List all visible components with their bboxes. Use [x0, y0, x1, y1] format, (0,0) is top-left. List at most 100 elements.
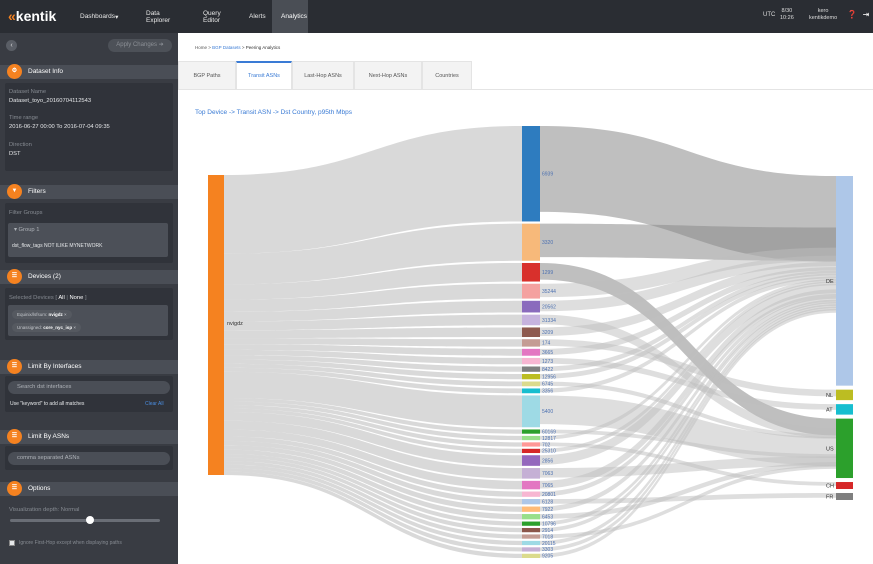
- user-menu[interactable]: kero kentikdemo: [809, 8, 837, 22]
- asn-node-label: 9205: [542, 554, 553, 560]
- visualization-depth-label: Visualization depth: Normal: [9, 507, 80, 513]
- asn-node: [522, 348, 540, 356]
- asn-node-label: 31334: [542, 318, 556, 324]
- asn-node: [522, 327, 540, 338]
- nav-dashboards[interactable]: Dashboards ▾: [71, 0, 137, 33]
- asn-node-label: 20115: [542, 541, 556, 547]
- asn-node: [522, 283, 540, 299]
- user-org: kentikdemo: [809, 15, 838, 21]
- nav-label: Dashboards: [80, 13, 116, 20]
- asn-node: [522, 262, 540, 282]
- apply-changes-button[interactable]: Apply Changes ➜: [108, 39, 172, 52]
- asn-node: [522, 381, 540, 387]
- asn-node-label: 35244: [542, 289, 556, 295]
- options-header[interactable]: ☰ Options: [0, 481, 178, 496]
- asn-node: [522, 499, 540, 505]
- asn-node-label: 3356: [542, 389, 553, 395]
- asn-node-label: 3320: [542, 240, 553, 246]
- asn-node: [522, 455, 540, 466]
- country-node-label: NL: [826, 393, 833, 399]
- nav-analytics[interactable]: Analytics: [272, 0, 308, 33]
- sidebar: ‹ Apply Changes ➜ ⚙ Dataset Info Dataset…: [0, 33, 178, 564]
- interfaces-hint: Use "keyword" to add all matches: [10, 401, 85, 407]
- clock-date: 8/30: [781, 8, 793, 14]
- asn-node-label: 6453: [542, 514, 553, 520]
- asn-node-label: 10796: [542, 521, 556, 527]
- ignore-first-hop-label: Ignore First-Hop except when displaying …: [19, 540, 122, 546]
- chip-prefix: Equinix/lsfsum:: [17, 312, 48, 317]
- asn-node-label: 174: [542, 341, 551, 347]
- device-chip[interactable]: Equinix/lsfsum: nvigdz ×: [12, 310, 72, 319]
- apply-changes-label: Apply Changes: [116, 42, 157, 48]
- time-range-value: 2016-06-27 00:00 To 2016-07-04 09:35: [9, 124, 110, 130]
- asn-node-label: 6745: [542, 382, 553, 388]
- section-title: Options: [28, 485, 51, 492]
- country-node: [836, 493, 853, 500]
- selected-devices-label: Selected Devices [ All | None ]: [9, 295, 87, 301]
- asns-header[interactable]: ☰ Limit By ASNs: [0, 429, 178, 444]
- clock[interactable]: 8/30 10:26: [780, 8, 794, 22]
- asns-icon: ☰: [7, 429, 22, 444]
- asn-node-label: 6939: [542, 172, 553, 178]
- user-name: kero: [817, 8, 829, 14]
- interfaces-header[interactable]: ☰ Limit By Interfaces: [0, 359, 178, 374]
- asn-node-label: 7018: [542, 534, 553, 540]
- collapse-sidebar-icon[interactable]: ‹: [6, 40, 17, 51]
- asn-node: [522, 547, 540, 552]
- dataset-name-value: Dataset_toyo_20160704112543: [9, 98, 92, 104]
- asn-node-label: 5400: [542, 409, 553, 415]
- asn-node: [522, 553, 540, 558]
- select-none-link[interactable]: None: [70, 295, 84, 301]
- asn-node: [522, 448, 540, 454]
- devices-panel: Selected Devices [ All | None ] Equinix/…: [5, 288, 173, 340]
- selected-devices-text: Selected Devices: [9, 295, 54, 301]
- filter-group-box[interactable]: ▾ Group 1 dst_flow_tags NOT ILIKE MYNETW…: [8, 223, 168, 257]
- depth-slider-track[interactable]: [10, 519, 160, 522]
- section-title: Filters: [28, 188, 46, 195]
- sankey-diagram: nvigdz 6939 3320 1299 35244 20562 31334 3209 174…: [208, 126, 853, 560]
- asn-node-label: 2856: [542, 458, 553, 464]
- asn-node-label: 25310: [542, 449, 556, 455]
- asn-node: [522, 126, 540, 222]
- dataset-info-header[interactable]: ⚙ Dataset Info: [0, 64, 178, 79]
- asn-node: [522, 540, 540, 546]
- asn-node: [522, 357, 540, 365]
- country-node: [836, 418, 853, 479]
- kentik-logo[interactable]: «kentik: [8, 8, 56, 24]
- asn-node: [522, 314, 540, 326]
- devices-header[interactable]: ☰ Devices (2): [0, 269, 178, 284]
- asn-node-label: 3665: [542, 350, 553, 356]
- country-node: [836, 404, 853, 415]
- nav-data-explorer[interactable]: Data Explorer: [137, 0, 194, 33]
- nav-query-editor[interactable]: Query Editor: [194, 0, 240, 33]
- asn-node: [522, 388, 540, 394]
- interfaces-search-input[interactable]: Search dst interfaces: [8, 381, 170, 394]
- utc-label: UTC: [763, 12, 776, 18]
- filters-header[interactable]: ▼ Filters: [0, 184, 178, 199]
- nav-alerts[interactable]: Alerts: [240, 0, 272, 33]
- clock-time: 10:26: [780, 15, 794, 21]
- device-chip[interactable]: Unassigned: core_nyc_isp ×: [12, 323, 81, 332]
- chip-value: core_nyc_isp: [43, 325, 73, 330]
- asn-node-label: 20562: [542, 304, 556, 310]
- asns-input[interactable]: comma separated ASNs: [8, 452, 170, 465]
- interfaces-panel: Search dst interfaces Use "keyword" to a…: [5, 376, 173, 412]
- asn-node: [522, 442, 540, 447]
- asn-node: [522, 527, 540, 533]
- section-title: Dataset Info: [28, 68, 64, 75]
- logout-icon[interactable]: ⇥: [861, 10, 871, 20]
- depth-slider-handle[interactable]: [86, 516, 94, 524]
- asn-node-label: 1299: [542, 270, 553, 276]
- close-icon[interactable]: ×: [73, 325, 76, 330]
- asn-node-label: 7065: [542, 483, 553, 489]
- close-icon[interactable]: ×: [64, 312, 67, 317]
- asn-node: [522, 366, 540, 372]
- clear-all-link[interactable]: Clear All: [145, 401, 164, 407]
- chip-prefix: Unassigned:: [17, 325, 43, 330]
- ignore-first-hop-checkbox[interactable]: [9, 540, 15, 546]
- help-icon[interactable]: ❓: [847, 10, 857, 20]
- time-range-label: Time range: [9, 115, 39, 121]
- select-all-link[interactable]: All: [58, 295, 64, 301]
- device-node-label: nvigdz: [227, 321, 243, 327]
- asn-node-label: 8422: [542, 367, 553, 373]
